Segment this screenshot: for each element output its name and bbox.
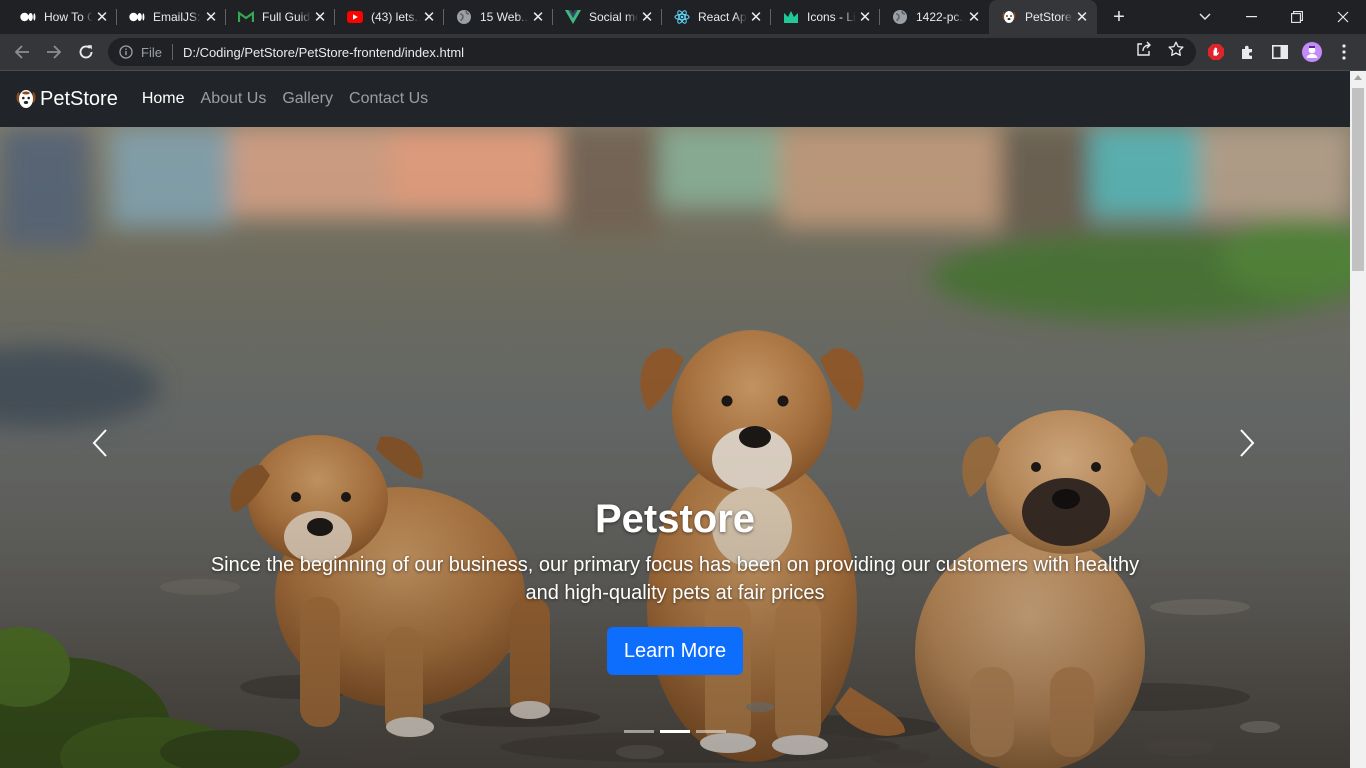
carousel-next-button[interactable] [1227, 423, 1267, 463]
adblock-extension-icon[interactable] [1206, 42, 1226, 62]
carousel-indicators [0, 730, 1350, 733]
extensions-puzzle-icon[interactable] [1238, 42, 1258, 62]
browser-toolbar: File D:/Coding/PetStore/PetStore-fronten… [0, 34, 1366, 70]
gmail-icon [238, 9, 254, 25]
browser-tab-6[interactable]: Social media... ✕ [553, 0, 662, 34]
learn-more-button[interactable]: Learn More [606, 627, 744, 675]
navbar-brand[interactable]: PetStore [16, 88, 118, 111]
browser-tab-7[interactable]: React App ✕ [662, 0, 771, 34]
browser-tab-5[interactable]: 15 Web... ✕ [444, 0, 553, 34]
medium-icon [129, 9, 145, 25]
tab-title: Full Guide... [262, 10, 311, 24]
tab-title: React App [698, 10, 747, 24]
reload-icon [79, 45, 93, 59]
restore-icon [1291, 11, 1303, 23]
tab-title: 15 Web... [480, 10, 529, 24]
tab-title: How To Create... [44, 10, 93, 24]
close-tab-icon[interactable]: ✕ [311, 8, 329, 26]
page-scrollbar[interactable] [1350, 71, 1366, 768]
restore-button[interactable] [1274, 0, 1320, 34]
minimize-button[interactable] [1228, 0, 1274, 34]
bootstrap-crown-icon [783, 9, 799, 25]
profile-avatar[interactable] [1302, 42, 1322, 62]
tab-title: Icons - List [807, 10, 856, 24]
share-icon[interactable] [1135, 40, 1153, 58]
globe-icon [456, 9, 472, 25]
browser-tab-1[interactable]: How To Create... ✕ [8, 0, 117, 34]
browser-tab-active[interactable]: PetStore ✕ [989, 0, 1097, 34]
close-tab-icon[interactable]: ✕ [1073, 8, 1091, 26]
youtube-icon [347, 9, 363, 25]
carousel-prev-button[interactable] [80, 423, 120, 463]
browser-tab-2[interactable]: EmailJS: Send... ✕ [117, 0, 226, 34]
scroll-up-arrow-icon[interactable] [1354, 75, 1362, 80]
browser-tab-8[interactable]: Icons - List ✕ [771, 0, 880, 34]
minimize-icon [1245, 16, 1257, 18]
vue-icon [565, 9, 581, 25]
side-panel-icon[interactable] [1270, 42, 1290, 62]
nav-gallery-link[interactable]: Gallery [274, 82, 341, 116]
browser-tab-3[interactable]: Full Guide... ✕ [226, 0, 335, 34]
nav-contact-link[interactable]: Contact Us [341, 82, 436, 116]
brand-name: PetStore [40, 87, 118, 110]
site-navbar: PetStore Home About Us Gallery Contact U… [0, 71, 1350, 127]
close-tab-icon[interactable]: ✕ [93, 8, 111, 26]
new-tab-button[interactable]: + [1108, 6, 1130, 28]
page-viewport: PetStore Home About Us Gallery Contact U… [0, 71, 1350, 768]
chevron-right-icon [1240, 429, 1255, 457]
browser-tab-strip: How To Create... ✕ EmailJS: Send... ✕ Fu… [0, 0, 1366, 34]
close-tab-icon[interactable]: ✕ [638, 8, 656, 26]
url-text[interactable]: D:/Coding/PetStore/PetStore-frontend/ind… [183, 45, 464, 60]
nav-links: Home About Us Gallery Contact Us [134, 82, 436, 116]
reload-button[interactable] [72, 38, 100, 66]
arrow-left-icon [14, 45, 29, 59]
hero-title: Petstore [594, 497, 756, 541]
tab-title: EmailJS: Send... [153, 10, 202, 24]
close-tab-icon[interactable]: ✕ [202, 8, 220, 26]
back-button[interactable] [8, 38, 36, 66]
hero-carousel: Petstore Since the beginning of our busi… [0, 127, 1350, 768]
medium-icon [20, 9, 36, 25]
tab-title: 1422-pc... [916, 10, 965, 24]
carousel-caption: Petstore Since the beginning of our busi… [0, 495, 1350, 675]
info-icon[interactable] [118, 44, 134, 60]
browser-tab-4[interactable]: (43) lets... ✕ [335, 0, 444, 34]
close-tab-icon[interactable]: ✕ [529, 8, 547, 26]
petstore-logo-icon [1001, 9, 1017, 25]
forward-button[interactable] [40, 38, 68, 66]
chevron-left-icon [92, 429, 107, 457]
tab-title: (43) lets... [371, 10, 420, 24]
close-tab-icon[interactable]: ✕ [420, 8, 438, 26]
carousel-indicator-2[interactable] [660, 730, 690, 733]
tab-search-button[interactable] [1182, 0, 1228, 34]
chevron-down-icon [1199, 13, 1211, 20]
close-tab-icon[interactable]: ✕ [747, 8, 765, 26]
close-tab-icon[interactable]: ✕ [965, 8, 983, 26]
address-bar[interactable]: File D:/Coding/PetStore/PetStore-fronten… [108, 38, 1196, 66]
hero-text: Since the beginning of our business, our… [210, 554, 1140, 604]
nav-home-link[interactable]: Home [134, 82, 193, 116]
close-tab-icon[interactable]: ✕ [856, 8, 874, 26]
tab-title: Social media... [589, 10, 638, 24]
kebab-menu-icon [1342, 44, 1346, 60]
omnibox-divider [171, 44, 173, 60]
tab-title: PetStore [1025, 10, 1072, 24]
globe-icon [892, 9, 908, 25]
petstore-logo-icon [16, 90, 36, 108]
close-window-button[interactable] [1320, 0, 1366, 34]
chrome-menu-button[interactable] [1334, 42, 1354, 62]
scheme-label: File [141, 44, 162, 60]
scrollbar-thumb[interactable] [1352, 88, 1364, 271]
carousel-indicator-1[interactable] [624, 730, 654, 733]
bookmark-star-icon[interactable] [1167, 40, 1185, 58]
nav-about-link[interactable]: About Us [193, 82, 275, 116]
browser-tab-9[interactable]: 1422-pc... ✕ [880, 0, 989, 34]
carousel-indicator-3[interactable] [696, 730, 726, 733]
arrow-right-icon [47, 45, 62, 59]
close-icon [1337, 11, 1349, 23]
react-icon [674, 9, 690, 25]
